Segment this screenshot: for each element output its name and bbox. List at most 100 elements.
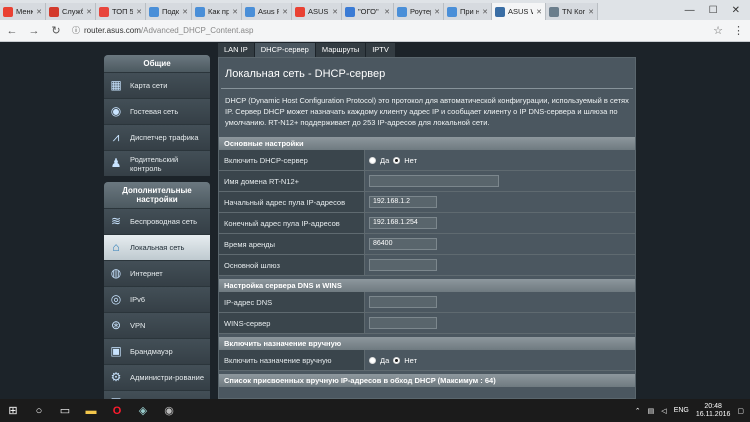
sidebar-item[interactable]: ▦ Карта сети <box>104 72 210 98</box>
url-host: router.asus.com <box>84 26 141 35</box>
sidebar-item[interactable]: ◉ Гостевая сеть <box>104 98 210 124</box>
close-tab-icon[interactable]: ✕ <box>86 8 92 16</box>
forward-icon[interactable]: → <box>28 25 40 37</box>
sidebar-item[interactable]: ☰Системный <box>104 390 210 399</box>
vpn-icon: ⊛ <box>110 318 122 332</box>
tray-chevron-icon[interactable]: ⌃ <box>635 407 641 415</box>
close-tab-icon[interactable]: ✕ <box>434 8 440 16</box>
close-tab-icon[interactable]: ✕ <box>232 8 238 16</box>
browser-tab[interactable]: ASUS W✕ <box>292 3 342 20</box>
browser-tab[interactable]: ТОП 5 Л✕ <box>96 3 146 20</box>
task-view-icon[interactable]: ▭ <box>52 399 78 422</box>
enable-dhcp-yes-radio[interactable] <box>369 156 376 164</box>
clock[interactable]: 20:48 16.11.2016 <box>696 403 731 419</box>
volume-icon[interactable]: ◁ <box>661 407 666 415</box>
clock-time: 20:48 <box>704 402 722 410</box>
browser-tab[interactable]: Asus RT✕ <box>242 3 292 20</box>
minimize-icon[interactable]: — <box>685 5 695 16</box>
sidebar-item[interactable]: ▣ Брандмауэр <box>104 338 210 364</box>
lease-time-input[interactable]: 86400 <box>369 238 437 250</box>
close-tab-icon[interactable]: ✕ <box>482 8 488 16</box>
url-path: /Advanced_DHCP_Content.asp <box>140 26 254 35</box>
browser-tab-label: Подклю <box>162 7 180 16</box>
notifications-icon[interactable]: ▢ <box>737 407 744 415</box>
favicon-icon <box>295 6 305 17</box>
app-icon[interactable]: ◈ <box>130 399 156 422</box>
tab-2[interactable]: Маршруты <box>315 43 367 57</box>
sidebar-item[interactable]: ◎ IPv6 <box>104 286 210 312</box>
language-indicator[interactable]: ENG <box>674 407 689 414</box>
browser-tab[interactable]: Служба✕ <box>46 3 96 20</box>
browser-tab[interactable]: Роутер✕ <box>394 3 444 20</box>
app-icon-2[interactable]: ◉ <box>156 399 182 422</box>
manual-assign-yes-radio[interactable] <box>369 356 376 364</box>
browser-tab[interactable]: Подклю✕ <box>146 3 192 20</box>
sidebar-item-label: Беспроводная сеть <box>130 217 198 226</box>
manual-assign-no-radio[interactable] <box>393 356 401 364</box>
router-page: Общие ▦ Карта сети ◉ Гостевая сеть ⩘ Диспетче… <box>0 43 750 399</box>
close-tab-icon[interactable]: ✕ <box>384 8 390 16</box>
browser-menu-icon[interactable]: ⋮ <box>733 24 744 37</box>
tab-3[interactable]: IPTV <box>366 43 396 57</box>
domain-name-input[interactable] <box>369 175 499 187</box>
browser-tab[interactable]: Меню✕ <box>0 3 46 20</box>
dns-ip-input[interactable] <box>369 296 437 308</box>
sidebar-item[interactable]: ≋ Беспроводная сеть <box>104 208 210 234</box>
gateway-input[interactable] <box>369 259 437 271</box>
favicon-icon <box>49 6 59 17</box>
bookmark-star-icon[interactable]: ☆ <box>713 24 723 37</box>
network-icon[interactable]: ▤ <box>648 407 655 415</box>
browser-tab[interactable]: ASUS W✕ <box>492 3 546 20</box>
manual-assign-row: Включить назначение вручную Да Нет <box>219 350 635 371</box>
close-window-icon[interactable]: ✕ <box>732 5 740 16</box>
enable-dhcp-no-radio[interactable] <box>393 156 401 164</box>
sidebar-item[interactable]: ⩘ Диспетчер трафика <box>104 124 210 150</box>
windows-start-icon[interactable]: ⊞ <box>0 399 26 422</box>
lease-time-row: Время аренды 86400 <box>219 234 635 255</box>
wins-label: WINS-сервер <box>219 313 365 333</box>
windows-taskbar: ⊞ ○ ▭ ▬ O ◈ ◉ ⌃ ▤ ◁ ENG 20:48 16.11.2016… <box>0 399 750 422</box>
sidebar-item-label: Брандмауэр <box>130 347 173 356</box>
enable-dhcp-no-label: Нет <box>404 155 418 165</box>
pool-end-input[interactable]: 192.168.1.254 <box>369 217 437 229</box>
domain-name-label: Имя домена RT-N12+ <box>219 171 365 191</box>
sidebar-item[interactable]: ⌂ Локальная сеть <box>104 234 210 260</box>
close-tab-icon[interactable]: ✕ <box>182 8 188 16</box>
reload-icon[interactable]: ↻ <box>50 24 62 37</box>
lan-icon: ⌂ <box>112 240 120 254</box>
sidebar-item[interactable]: ♟ Родительский контроль <box>104 150 210 176</box>
maximize-icon[interactable]: ☐ <box>709 5 718 16</box>
browser-tab-label: При на <box>460 7 479 16</box>
tab-1[interactable]: DHCP-сервер <box>254 43 316 57</box>
sidebar-item[interactable]: ⊛ VPN <box>104 312 210 338</box>
file-explorer-icon[interactable]: ▬ <box>78 399 104 422</box>
sidebar-advanced-header: Дополнительные настройки <box>104 182 210 208</box>
sidebar-item-label: Интернет <box>130 269 163 278</box>
sidebar-item[interactable]: ◍ Интернет <box>104 260 210 286</box>
sidebar-item[interactable]: ⚙ Администри-рование <box>104 364 210 390</box>
tab-0[interactable]: LAN IP <box>218 43 255 57</box>
close-tab-icon[interactable]: ✕ <box>136 8 142 16</box>
close-tab-icon[interactable]: ✕ <box>332 8 338 16</box>
lease-time-label: Время аренды <box>219 234 365 254</box>
browser-tab[interactable]: Как про✕ <box>192 3 242 20</box>
url-field[interactable]: ⓘ router.asus.com/Advanced_DHCP_Content.… <box>72 23 703 39</box>
browser-tab[interactable]: "ОГО" п✕ <box>342 3 394 20</box>
clock-date: 16.11.2016 <box>695 410 731 418</box>
close-tab-icon[interactable]: ✕ <box>36 8 42 16</box>
close-tab-icon[interactable]: ✕ <box>588 8 594 16</box>
pool-start-input[interactable]: 192.168.1.2 <box>369 196 437 208</box>
close-tab-icon[interactable]: ✕ <box>282 8 288 16</box>
opera-icon[interactable]: O <box>104 399 130 422</box>
page-info-icon[interactable]: ⓘ <box>72 25 80 36</box>
wins-input[interactable] <box>369 317 437 329</box>
administration-icon: ⚙ <box>110 370 122 384</box>
close-tab-icon[interactable]: ✕ <box>536 8 542 16</box>
search-icon[interactable]: ○ <box>26 399 52 422</box>
enable-dhcp-yes-label: Да <box>380 155 390 165</box>
favicon-icon <box>397 6 407 17</box>
back-icon[interactable]: ← <box>6 25 18 37</box>
browser-tab[interactable]: TN Когда✕ <box>546 3 598 20</box>
gateway-row: Основной шлюз <box>219 255 635 276</box>
browser-tab[interactable]: При на✕ <box>444 3 492 20</box>
